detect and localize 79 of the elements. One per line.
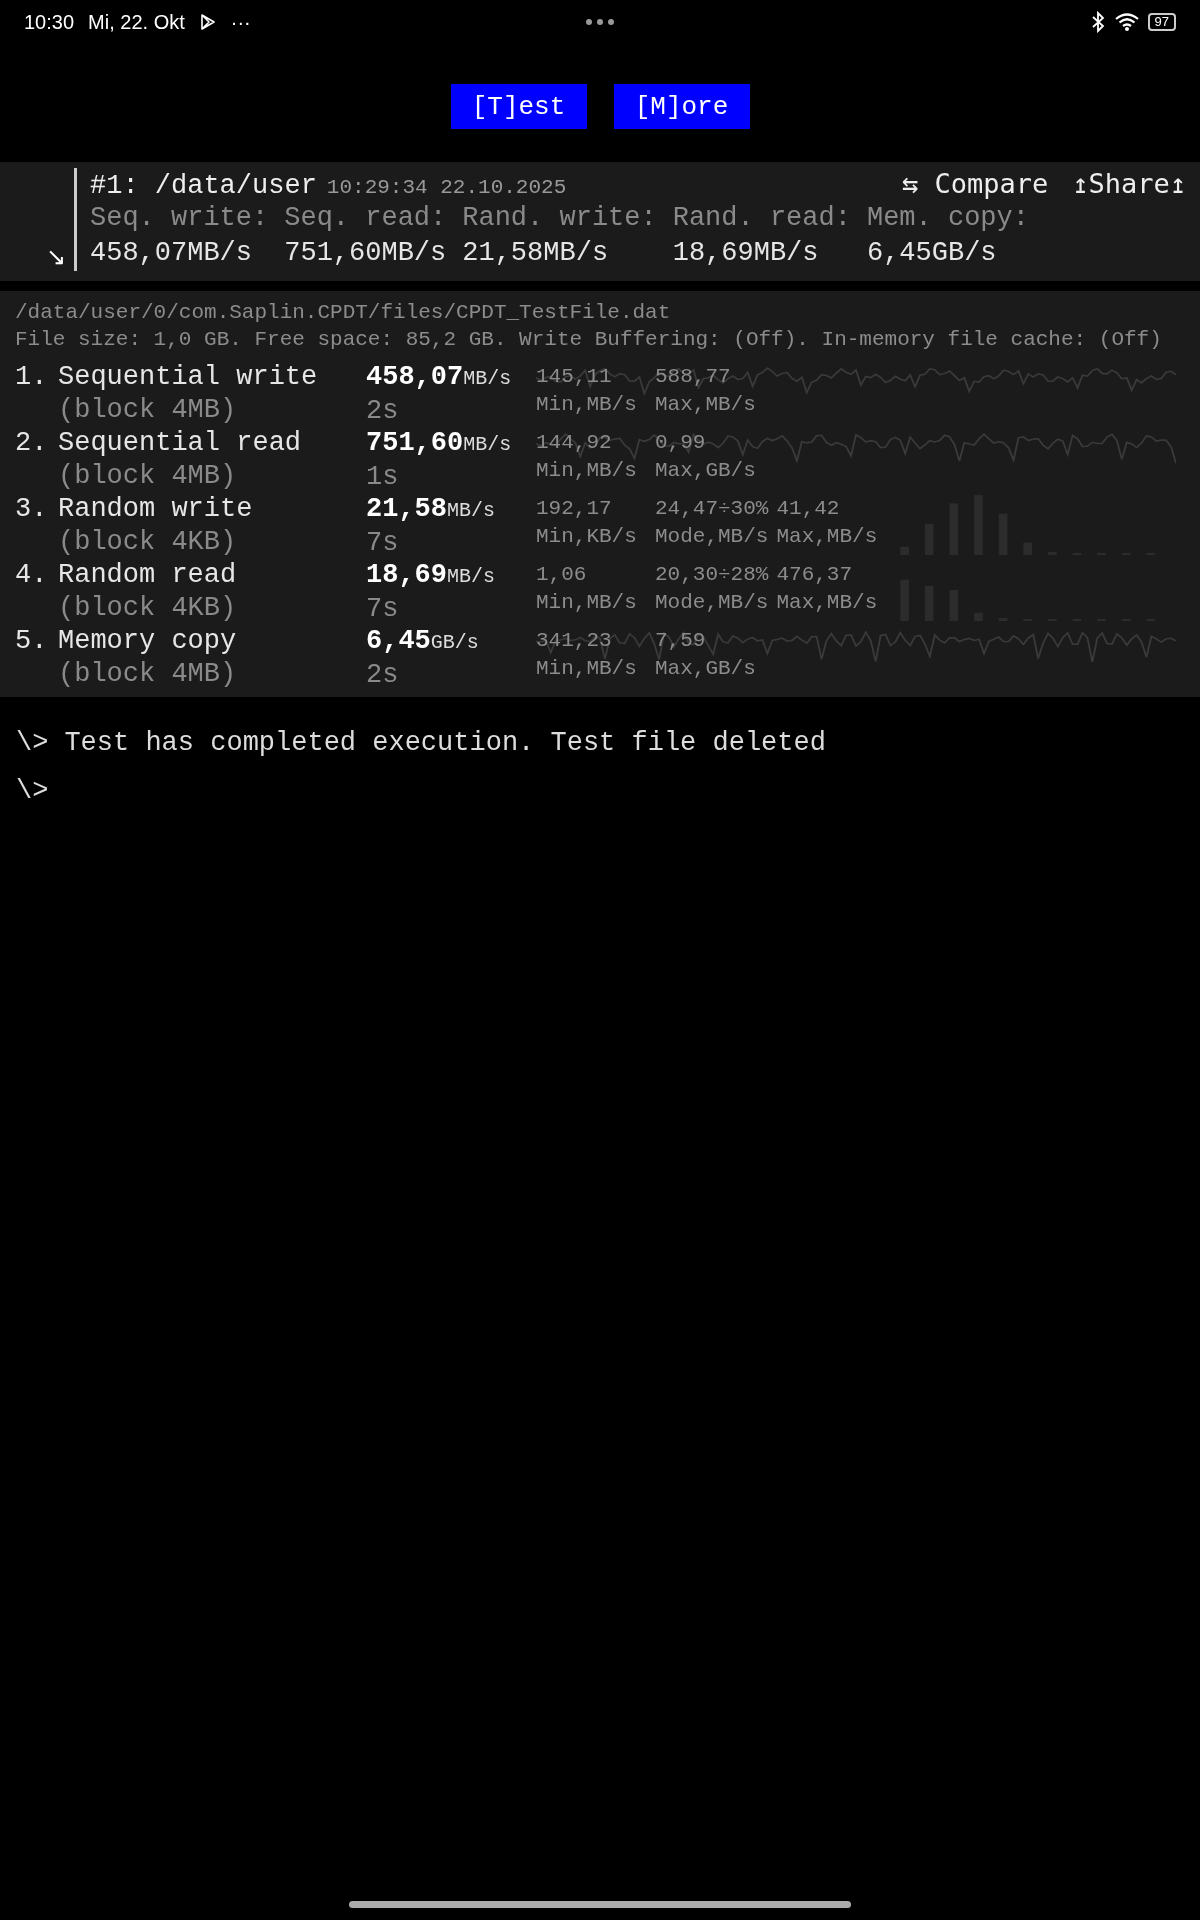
test-number: 4. xyxy=(15,559,49,592)
test-name: Random read xyxy=(58,559,237,592)
console-prompt: \> xyxy=(16,776,49,806)
summary-label: Seq. write: xyxy=(90,202,269,235)
stat-label: Min,MB/s xyxy=(536,392,638,418)
share-link[interactable]: ↥Share↥ xyxy=(1072,168,1186,199)
test-duration: 2s xyxy=(366,395,399,428)
test-number: 2. xyxy=(15,427,49,460)
test-name: Sequential write xyxy=(58,361,318,394)
summary-label: Seq. read: xyxy=(284,202,447,235)
compare-link[interactable]: ⇆ Compare xyxy=(901,168,1049,199)
stat-value: 24,47÷30% xyxy=(655,496,769,522)
status-time: 10:30 xyxy=(24,10,75,34)
more-dots-icon[interactable] xyxy=(585,18,615,26)
stat-label: Max,MB/s xyxy=(776,590,878,616)
stat-value: 20,30÷28% xyxy=(655,562,769,588)
test-result: 458,07MB/s xyxy=(366,361,512,394)
stat-value: 476,37 xyxy=(776,562,854,588)
stat-value: 1,06 xyxy=(536,562,588,588)
test-result: 21,58MB/s xyxy=(366,493,496,526)
test-result: 18,69MB/s xyxy=(366,559,496,592)
block-size: (block 4KB) xyxy=(58,592,237,625)
stat-value: 0,99 xyxy=(655,430,707,456)
stat-label: Min,MB/s xyxy=(536,458,638,484)
console-prompt: \> xyxy=(16,728,49,758)
stat-value: 7,59 xyxy=(655,628,707,654)
block-size: (block 4KB) xyxy=(58,526,237,559)
summary-value: 18,69MB/s xyxy=(672,237,820,270)
play-store-icon xyxy=(198,13,217,31)
test-number: 1. xyxy=(15,361,49,394)
stat-label: Mode,MB/s xyxy=(655,590,769,616)
stat-label: Mode,MB/s xyxy=(655,524,769,550)
notification-overflow: ··· xyxy=(230,10,251,34)
status-date: Mi, 22. Okt xyxy=(88,10,185,34)
file-details: File size: 1,0 GB. Free space: 85,2 GB. Write Buffering: (Off). In-memory file cache: (Off) xyxy=(15,327,1163,353)
wifi-icon xyxy=(1113,12,1140,32)
file-path: /data/user/0/com.Saplin.CPDT/files/CPDT_TestFile.dat xyxy=(15,300,672,326)
summary-label: Rand. write: xyxy=(462,202,657,235)
test-name: Random write xyxy=(58,493,253,526)
battery-indicator: 97 xyxy=(1147,13,1176,31)
result-timestamp: 10:29:34 22.10.2025 xyxy=(326,176,567,199)
menu-button[interactable]: [M]ore xyxy=(613,84,750,129)
test-duration: 1s xyxy=(366,461,399,494)
test-name: Memory copy xyxy=(58,625,237,658)
menu-button[interactable]: [T]est xyxy=(450,84,587,129)
stat-value: 144,92 xyxy=(536,430,613,456)
test-duration: 2s xyxy=(366,659,399,692)
stat-label: Min,MB/s xyxy=(536,656,638,682)
summary-value: 458,07MB/s xyxy=(90,237,254,270)
stat-value: 192,17 xyxy=(536,496,613,522)
expand-arrow[interactable]: ↘ xyxy=(0,221,74,271)
stat-label: Max,GB/s xyxy=(655,458,756,484)
stat-label: Min,MB/s xyxy=(536,590,638,616)
test-result: 6,45GB/s xyxy=(366,625,479,658)
summary-value: 6,45GB/s xyxy=(866,237,998,270)
stat-value: 341,23 xyxy=(536,628,613,654)
console-message: Test has completed execution. Test file deleted xyxy=(64,728,826,758)
stat-value: 41,42 xyxy=(776,496,841,522)
stat-label: Max,MB/s xyxy=(776,524,878,550)
block-size: (block 4MB) xyxy=(58,658,237,691)
result-title: #1: /data/user xyxy=(90,171,317,201)
test-name: Sequential read xyxy=(58,427,302,460)
block-size: (block 4MB) xyxy=(58,394,237,427)
summary-label: Rand. read: xyxy=(672,202,851,235)
summary-value: 751,60MB/s xyxy=(284,237,447,270)
test-number: 3. xyxy=(15,493,49,526)
stat-value: 588,77 xyxy=(655,364,732,390)
summary-label: Mem. copy: xyxy=(866,202,1029,235)
block-size: (block 4MB) xyxy=(58,460,237,493)
stat-label: Min,KB/s xyxy=(536,524,638,550)
result-card[interactable]: ↘ #1: /data/user 10:29:34 22.10.2025 ⇆ Compare ↥Share↥ Seq. write: Seq. read: Rand. write: Rand. read: Mem. copy: 458,07MB/s 751,60MB/s 21,58MB/s 18,69MB/s 6,45GB/s xyxy=(0,162,1200,281)
stat-label: Max,GB/s xyxy=(655,656,756,682)
test-result: 751,60MB/s xyxy=(366,427,512,460)
stat-value: 145,11 xyxy=(536,364,613,390)
summary-value: 21,58MB/s xyxy=(462,237,610,270)
test-number: 5. xyxy=(15,625,49,658)
test-duration: 7s xyxy=(366,593,399,626)
test-duration: 7s xyxy=(366,527,399,560)
stat-label: Max,MB/s xyxy=(655,392,756,418)
